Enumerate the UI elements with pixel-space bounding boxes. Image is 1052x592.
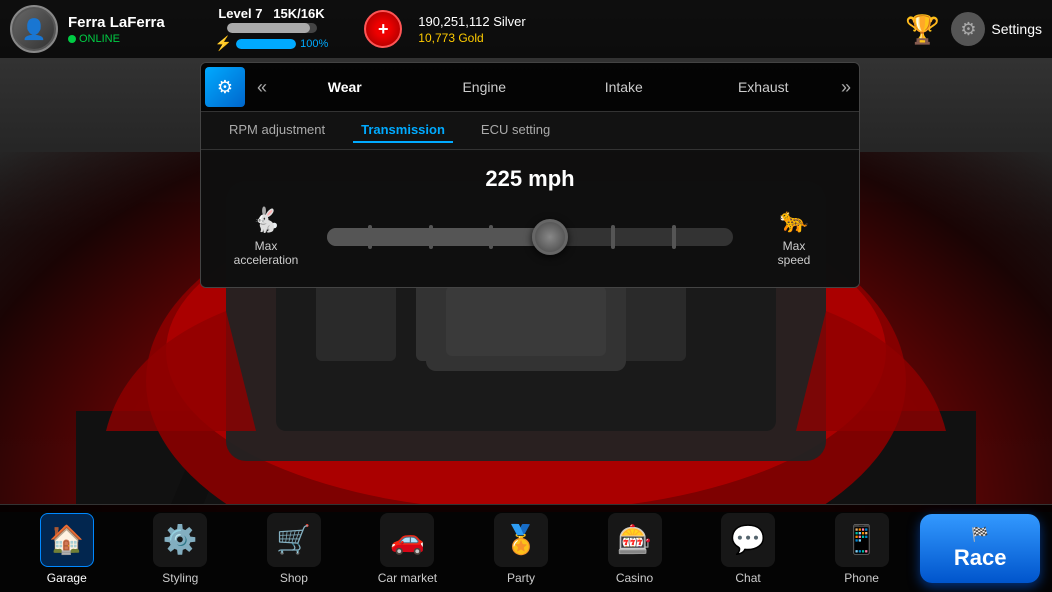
- transmission-content: 225 mph 🐇 Maxacceleration: [201, 150, 859, 287]
- arrow-right-icon[interactable]: »: [833, 77, 859, 98]
- lightning-icon: ⚡: [215, 35, 232, 52]
- header-bar: 👤 Ferra LaFerra ONLINE Level 7 15K/16K ⚡…: [0, 0, 1052, 58]
- tab-intake[interactable]: Intake: [554, 67, 694, 107]
- speed-text: Maxspeed: [778, 239, 811, 267]
- styling-label: Styling: [162, 571, 198, 585]
- sub-tab-ecu[interactable]: ECU setting: [473, 118, 558, 143]
- nav-shop[interactable]: 🛒 Shop: [239, 513, 349, 585]
- trophy-icon[interactable]: 🏆: [903, 10, 941, 48]
- max-speed-label: 🐆 Maxspeed: [749, 206, 839, 267]
- cheetah-icon: 🐆: [779, 206, 809, 235]
- slider-track: [327, 228, 733, 246]
- slider-notch: [672, 225, 676, 249]
- rabbit-icon: 🐇: [251, 206, 281, 235]
- nav-car-market[interactable]: 🚗 Car market: [352, 513, 462, 585]
- slider-row: 🐇 Maxacceleration 🐆: [221, 206, 839, 267]
- avatar: 👤: [10, 5, 58, 53]
- nav-phone[interactable]: 📱 Phone: [807, 513, 917, 585]
- garage-label: Garage: [47, 571, 87, 585]
- nav-chat[interactable]: 💬 Chat: [693, 513, 803, 585]
- shop-icon: 🛒: [267, 513, 321, 567]
- transmission-slider-container[interactable]: [327, 217, 733, 257]
- garage-icon: 🏠: [40, 513, 94, 567]
- silver-amount: 190,251,112 Silver: [418, 14, 525, 29]
- panel-tab-row: ⚙ « Wear Engine Intake Exhaust »: [201, 63, 859, 112]
- arrow-left-icon[interactable]: «: [249, 77, 275, 98]
- speed-display: 225 mph: [221, 166, 839, 192]
- gold-amount: 10,773 Gold: [418, 31, 525, 45]
- settings-label: Settings: [991, 21, 1042, 37]
- avatar-image: 👤: [14, 9, 54, 49]
- nav-styling[interactable]: ⚙️ Styling: [125, 513, 235, 585]
- settings-button[interactable]: ⚙ Settings: [951, 12, 1042, 46]
- nav-casino[interactable]: 🎰 Casino: [580, 513, 690, 585]
- sub-tab-transmission[interactable]: Transmission: [353, 118, 453, 143]
- phone-label: Phone: [844, 571, 879, 585]
- race-label: Race: [954, 545, 1007, 571]
- player-info: Ferra LaFerra ONLINE: [68, 14, 165, 45]
- online-dot: [68, 35, 76, 43]
- casino-icon: 🎰: [608, 513, 662, 567]
- tuning-panel: ⚙ « Wear Engine Intake Exhaust » RPM adj…: [200, 62, 860, 288]
- xp-bar-background: [227, 23, 317, 33]
- tab-exhaust[interactable]: Exhaust: [694, 67, 834, 107]
- gear-tab-icon[interactable]: ⚙: [205, 67, 245, 107]
- nav-garage[interactable]: 🏠 Garage: [12, 513, 122, 585]
- energy-percent: 100%: [300, 38, 328, 50]
- party-label: Party: [507, 571, 535, 585]
- acceleration-text: Maxacceleration: [234, 239, 299, 267]
- online-label: ONLINE: [79, 33, 120, 45]
- tab-wear[interactable]: Wear: [275, 67, 415, 107]
- casino-label: Casino: [616, 571, 653, 585]
- sub-tab-row: RPM adjustment Transmission ECU setting: [201, 112, 859, 150]
- bottom-nav: 🏠 Garage ⚙️ Styling 🛒 Shop 🚗 Car market …: [0, 504, 1052, 592]
- nav-party[interactable]: 🏅 Party: [466, 513, 576, 585]
- energy-bar-background: [236, 39, 296, 49]
- styling-icon: ⚙️: [153, 513, 207, 567]
- gear-icon: ⚙: [951, 12, 985, 46]
- online-status: ONLINE: [68, 33, 165, 45]
- energy-bar-fill: [236, 39, 296, 49]
- health-icon: +: [364, 10, 402, 48]
- slider-fill: [327, 228, 550, 246]
- phone-icon: 📱: [835, 513, 889, 567]
- shop-label: Shop: [280, 571, 308, 585]
- tab-engine[interactable]: Engine: [415, 67, 555, 107]
- slider-notch: [611, 225, 615, 249]
- currency-block: 190,251,112 Silver 10,773 Gold: [418, 14, 525, 45]
- car-market-label: Car market: [378, 571, 437, 585]
- party-icon: 🏅: [494, 513, 548, 567]
- level-block: Level 7 15K/16K ⚡ 100%: [215, 6, 329, 52]
- max-acceleration-label: 🐇 Maxacceleration: [221, 206, 311, 267]
- race-trophy-icon: 🏁: [971, 526, 988, 543]
- xp-bar-fill: [227, 23, 311, 33]
- chat-label: Chat: [735, 571, 760, 585]
- chat-icon: 💬: [721, 513, 775, 567]
- player-name: Ferra LaFerra: [68, 14, 165, 31]
- energy-row: ⚡ 100%: [215, 35, 329, 52]
- car-market-icon: 🚗: [380, 513, 434, 567]
- race-button[interactable]: 🏁 Race: [920, 514, 1040, 583]
- sub-tab-rpm[interactable]: RPM adjustment: [221, 118, 333, 143]
- level-text: Level 7 15K/16K: [218, 6, 324, 21]
- slider-thumb[interactable]: [532, 219, 568, 255]
